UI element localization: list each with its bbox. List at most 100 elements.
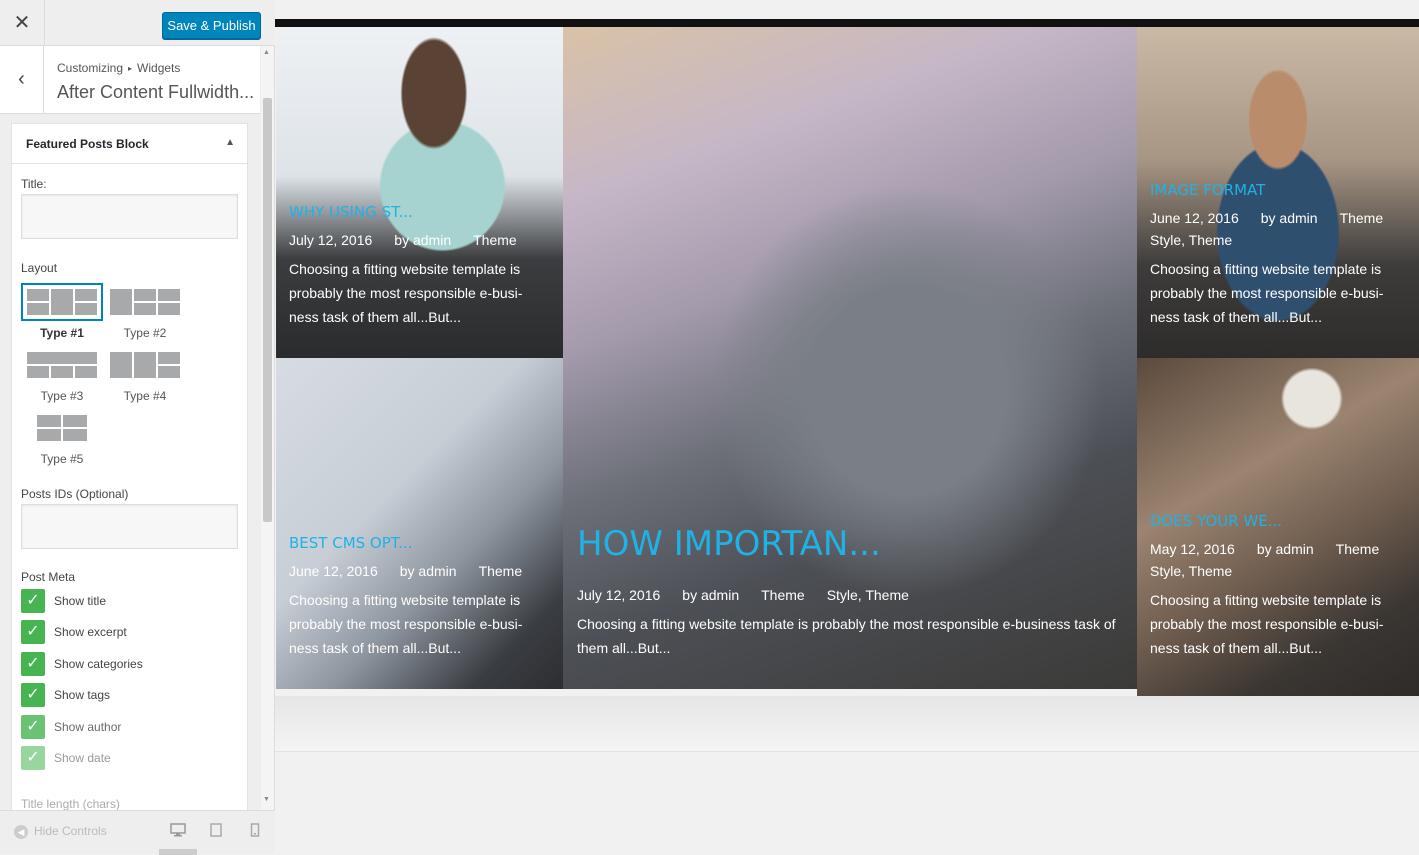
post-tags[interactable]: Style, Theme: [827, 587, 909, 603]
header-bar: [275, 19, 1419, 27]
post-date[interactable]: June 12, 2016: [289, 563, 378, 579]
post-meta: June 12, 2016 by admin Theme: [289, 563, 544, 579]
layout-option-type-3[interactable]: Type #3: [21, 346, 103, 404]
featured-posts-grid: WHY USING ST... July 12, 2016 by admin The…: [276, 27, 1419, 696]
layout-caption: Type #3: [40, 389, 84, 403]
layout-caption: Type #1: [40, 326, 84, 340]
layout-type-1-icon: [27, 289, 97, 315]
featured-post-5[interactable]: DOES YOUR WE... May 12, 2016 by admin Them…: [1137, 358, 1419, 696]
post-author[interactable]: by admin: [1261, 210, 1318, 226]
post-date[interactable]: May 12, 2016: [1150, 541, 1235, 557]
post-excerpt: Choosing a fitting website template is p…: [289, 592, 523, 656]
title-length-label: Title length (chars): [21, 797, 120, 811]
collapse-arrow-icon[interactable]: ▲: [225, 137, 235, 148]
checkmark-icon: ✓: [21, 652, 45, 676]
layout-type-2-icon: [110, 289, 180, 315]
content-below-grid: [275, 696, 1419, 752]
widget-title: Featured Posts Block: [26, 137, 149, 151]
post-title[interactable]: DOES YOUR WE...: [1150, 512, 1282, 530]
save-publish-button[interactable]: Save & Publish: [162, 12, 261, 39]
title-label: Title:: [21, 177, 47, 191]
post-meta-label: Post Meta: [21, 570, 76, 584]
layout-caption: Type #5: [40, 452, 84, 466]
customizer-topbar: ✕ Save & Publish: [0, 0, 275, 46]
post-excerpt: Choosing a fitting website template is p…: [289, 261, 523, 325]
featured-post-4[interactable]: IMAGE FORMAT June 12, 2016 by admin Theme …: [1137, 27, 1419, 358]
layout-option-type-1[interactable]: Type #1: [21, 283, 103, 341]
post-title[interactable]: BEST CMS OPT...: [289, 534, 412, 552]
post-tags[interactable]: Style, Theme: [1150, 232, 1232, 248]
post-meta: June 12, 2016 by admin Theme: [1150, 210, 1405, 226]
customizer-sidebar: ✕ Save & Publish ‹ Customizing ▸ Widgets A…: [0, 0, 275, 855]
desktop-icon[interactable]: [170, 823, 186, 840]
checkbox-label: Show date: [54, 751, 111, 765]
widget-header[interactable]: Featured Posts Block ▲: [12, 124, 247, 164]
checkmark-icon: ✓: [21, 746, 45, 770]
checkbox-label: Show author: [54, 720, 122, 734]
post-excerpt: Choosing a fitting website template is p…: [1150, 261, 1384, 325]
featured-post-2[interactable]: BEST CMS OPT... June 12, 2016 by admin The…: [276, 358, 563, 689]
back-button[interactable]: ‹: [0, 46, 44, 114]
site-preview: WHY USING ST... July 12, 2016 by admin The…: [275, 0, 1419, 854]
scroll-down-icon[interactable]: ▼: [263, 796, 270, 803]
post-date[interactable]: July 12, 2016: [577, 587, 660, 603]
post-author[interactable]: by admin: [1257, 541, 1314, 557]
layout-option-type-5[interactable]: Type #5: [21, 409, 103, 467]
post-tags[interactable]: Style, Theme: [1150, 563, 1232, 579]
breadcrumb-separator-icon: ▸: [128, 64, 133, 74]
layout-option-type-2[interactable]: Type #2: [104, 283, 186, 341]
checkmark-icon: ✓: [21, 589, 45, 613]
layout-label: Layout: [21, 261, 58, 275]
post-meta: July 12, 2016 by admin Theme Style, Theme: [577, 587, 931, 603]
scroll-up-icon[interactable]: ▲: [263, 49, 270, 56]
post-category[interactable]: Theme: [473, 232, 517, 248]
chevron-left-icon: ‹: [18, 68, 25, 90]
post-title[interactable]: HOW IMPORTAN...: [577, 524, 881, 564]
close-icon: ✕: [13, 12, 31, 34]
layout-caption: Type #4: [123, 389, 167, 403]
post-date[interactable]: July 12, 2016: [289, 232, 372, 248]
mobile-icon[interactable]: [250, 823, 260, 840]
checkmark-icon: ✓: [21, 620, 45, 644]
active-device-indicator: [159, 849, 197, 855]
section-header: ‹ Customizing ▸ Widgets After Content Full…: [0, 46, 260, 114]
post-category[interactable]: Theme: [1340, 210, 1384, 226]
post-tags-row: Style, Theme: [1150, 232, 1254, 248]
post-meta: May 12, 2016 by admin Theme: [1150, 541, 1401, 557]
collapse-circle-icon: ◀: [14, 825, 28, 839]
checkmark-icon: ✓: [21, 715, 45, 739]
post-date[interactable]: June 12, 2016: [1150, 210, 1239, 226]
post-ids-label: Posts IDs (Optional): [21, 487, 129, 501]
checkbox-label: Show excerpt: [54, 625, 127, 639]
layout-type-4-icon: [110, 352, 180, 378]
post-ids-field[interactable]: [21, 504, 238, 549]
post-meta: July 12, 2016 by admin Theme: [289, 232, 539, 248]
hide-controls-label: Hide Controls: [34, 824, 107, 838]
hide-controls-button[interactable]: ◀ Hide Controls: [14, 824, 107, 839]
layout-type-5-icon: [37, 415, 87, 441]
post-category[interactable]: Theme: [479, 563, 523, 579]
featured-post-1[interactable]: WHY USING ST... July 12, 2016 by admin The…: [276, 27, 563, 358]
post-category[interactable]: Theme: [761, 587, 805, 603]
close-customizer-button[interactable]: ✕: [0, 0, 45, 46]
post-tags-row: Style, Theme: [1150, 563, 1254, 579]
post-title[interactable]: IMAGE FORMAT: [1150, 181, 1265, 199]
post-title[interactable]: WHY USING ST...: [289, 203, 413, 221]
post-author[interactable]: by admin: [400, 563, 457, 579]
sidebar-scrollbar[interactable]: ▲ ▼: [261, 46, 274, 810]
breadcrumb-parent: Customizing: [57, 61, 124, 75]
title-field[interactable]: [21, 194, 238, 239]
layout-caption: Type #2: [123, 326, 167, 340]
scroll-thumb[interactable]: [263, 98, 272, 522]
layout-option-type-4[interactable]: Type #4: [104, 346, 186, 404]
checkbox-label: Show tags: [54, 688, 111, 702]
post-author[interactable]: by admin: [682, 587, 739, 603]
customizer-footer: ◀ Hide Controls: [0, 810, 275, 855]
post-author[interactable]: by admin: [394, 232, 451, 248]
post-category[interactable]: Theme: [1336, 541, 1380, 557]
controls-scroll-area: Featured Posts Block ▲ Title: Layout Typ…: [0, 114, 260, 814]
tablet-icon[interactable]: [210, 823, 222, 840]
featured-post-3[interactable]: HOW IMPORTAN... July 12, 2016 by admin The…: [563, 27, 1137, 689]
post-excerpt: Choosing a fitting website template is p…: [577, 616, 1116, 656]
section-title: After Content Fullwidth...: [57, 82, 255, 102]
